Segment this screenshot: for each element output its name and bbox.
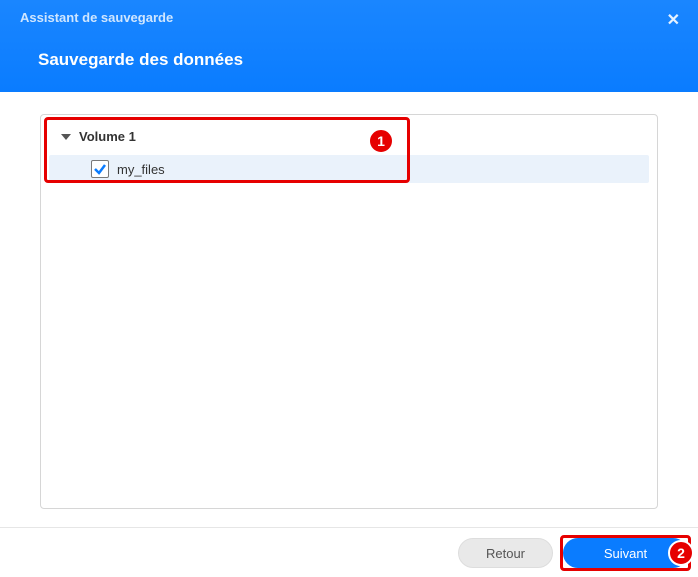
tree-item[interactable]: my_files bbox=[49, 155, 649, 183]
back-button[interactable]: Retour bbox=[458, 538, 553, 568]
folder-tree-panel: Volume 1 my_files bbox=[40, 114, 658, 509]
wizard-header: Assistant de sauvegarde Sauvegarde des d… bbox=[0, 0, 698, 92]
close-icon: ✕ bbox=[667, 12, 680, 29]
volume-row[interactable]: Volume 1 bbox=[41, 115, 657, 149]
annotation-callout-1: 1 bbox=[368, 128, 394, 154]
step-title: Sauvegarde des données bbox=[20, 50, 678, 70]
expand-collapse-icon[interactable] bbox=[61, 132, 71, 142]
checkbox[interactable] bbox=[91, 160, 109, 178]
annotation-callout-2: 2 bbox=[668, 540, 694, 566]
wizard-footer: Retour Suivant bbox=[0, 527, 698, 577]
volume-label: Volume 1 bbox=[79, 129, 136, 144]
wizard-name: Assistant de sauvegarde bbox=[20, 10, 678, 25]
close-button[interactable]: ✕ bbox=[667, 10, 680, 30]
content-area: Volume 1 my_files bbox=[0, 92, 698, 509]
tree-item-label: my_files bbox=[117, 162, 165, 177]
